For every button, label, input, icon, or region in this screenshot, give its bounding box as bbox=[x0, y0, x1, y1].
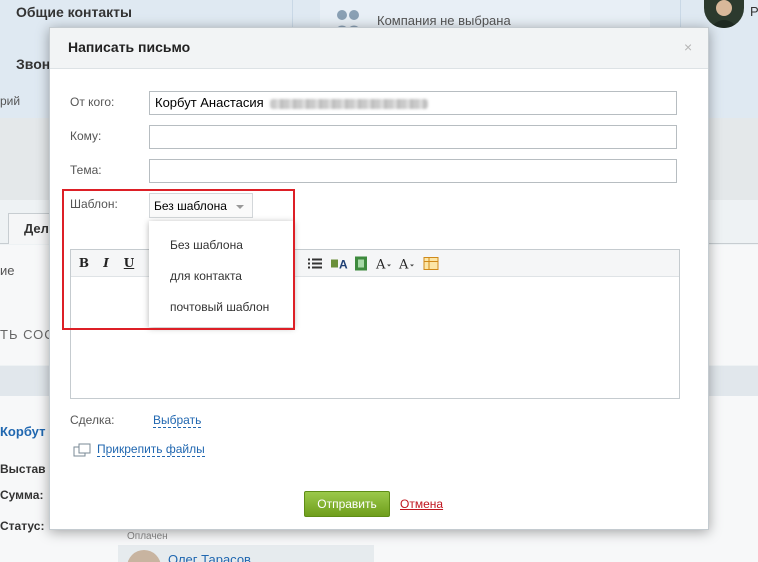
table-icon[interactable] bbox=[423, 255, 439, 272]
italic-button[interactable]: I bbox=[100, 255, 112, 272]
to-label: Кому: bbox=[70, 129, 102, 143]
partial-label: ие bbox=[0, 263, 15, 278]
partial-label: рий bbox=[0, 94, 21, 108]
dialog-header: Написать письмо × bbox=[50, 28, 708, 69]
subject-field[interactable] bbox=[149, 159, 677, 183]
template-dropdown: Без шаблона для контакта почтовый шаблон bbox=[149, 221, 294, 327]
choose-deal-link[interactable]: Выбрать bbox=[153, 413, 202, 428]
partial-label: ТЬ СОС bbox=[0, 327, 55, 342]
subject-label: Тема: bbox=[70, 163, 102, 177]
company-text[interactable]: Компания не выбрана bbox=[377, 13, 511, 28]
underline-button[interactable]: U bbox=[123, 255, 135, 272]
template-select[interactable]: Без шаблона bbox=[149, 193, 253, 218]
blurred-email bbox=[269, 98, 428, 109]
close-icon[interactable]: × bbox=[684, 39, 692, 55]
bullet-list-icon[interactable] bbox=[307, 255, 323, 272]
bold-button[interactable]: B bbox=[78, 255, 90, 272]
contacts-title[interactable]: Общие контакты bbox=[16, 4, 132, 20]
image-icon[interactable]: A bbox=[330, 255, 348, 272]
cancel-link[interactable]: Отмена bbox=[400, 497, 443, 511]
contact-name-link[interactable]: Корбут bbox=[0, 424, 45, 439]
field-label: Статус: bbox=[0, 519, 45, 533]
font-size-icon[interactable]: A bbox=[375, 255, 393, 272]
responsible-link[interactable]: Олег Тарасов bbox=[168, 552, 251, 562]
to-field[interactable] bbox=[149, 125, 677, 149]
user-name-partial[interactable]: Р bbox=[750, 4, 758, 19]
chevron-down-icon bbox=[236, 205, 244, 209]
status-value: Оплачен bbox=[127, 531, 168, 542]
deal-label: Сделка: bbox=[70, 413, 115, 427]
template-selected-value: Без шаблона bbox=[154, 199, 227, 213]
video-icon[interactable] bbox=[354, 255, 368, 272]
tab-deals-label: Дел bbox=[24, 221, 49, 236]
from-field[interactable]: Корбут Анастасия bbox=[149, 91, 677, 115]
template-option[interactable]: Без шаблона bbox=[170, 238, 243, 252]
svg-text:A: A bbox=[339, 258, 348, 272]
from-value: Корбут Анастасия bbox=[155, 95, 264, 110]
field-label: Сумма: bbox=[0, 488, 44, 502]
compose-email-dialog: Написать письмо × От кого: Корбут Анаста… bbox=[49, 27, 709, 530]
svg-text:A: A bbox=[398, 258, 409, 273]
calls-label[interactable]: Звон bbox=[16, 56, 50, 72]
field-label: Выстав bbox=[0, 462, 46, 476]
template-option[interactable]: для контакта bbox=[170, 269, 242, 283]
attach-icon bbox=[73, 443, 91, 457]
dialog-title: Написать письмо bbox=[68, 39, 191, 55]
template-option[interactable]: почтовый шаблон bbox=[170, 300, 269, 314]
font-color-icon[interactable]: A bbox=[398, 255, 416, 272]
from-label: От кого: bbox=[70, 95, 115, 109]
template-label: Шаблон: bbox=[70, 197, 118, 211]
svg-text:A: A bbox=[375, 258, 386, 273]
send-button[interactable]: Отправить bbox=[304, 491, 390, 517]
attach-files-link[interactable]: Прикрепить файлы bbox=[97, 442, 205, 457]
